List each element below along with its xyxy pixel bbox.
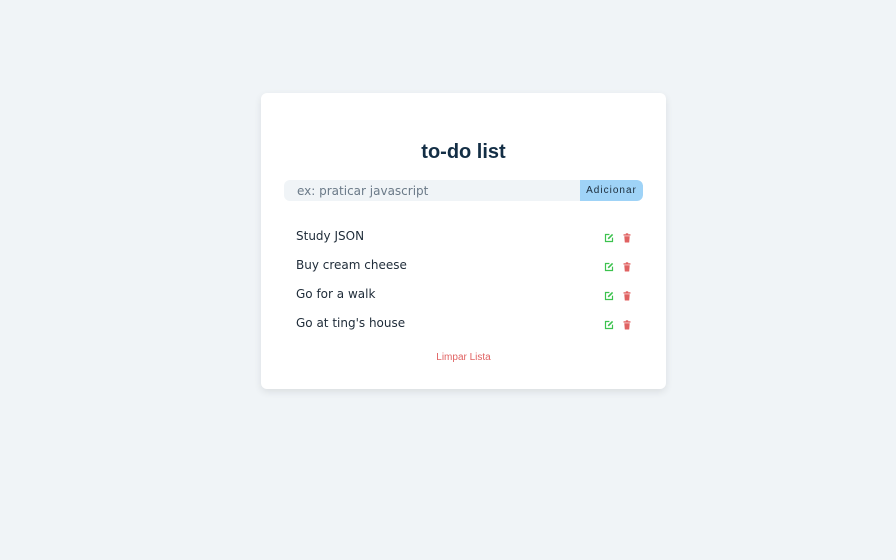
task-label: Go for a walk — [296, 287, 376, 301]
task-label: Study JSON — [296, 229, 365, 243]
edit-icon[interactable] — [604, 233, 614, 243]
todo-card: to-do list Adicionar Study JSON Buy crea… — [261, 93, 666, 389]
edit-icon[interactable] — [604, 320, 614, 330]
task-item: Go at ting's house — [296, 310, 632, 339]
edit-icon[interactable] — [604, 262, 614, 272]
trash-icon[interactable] — [622, 262, 632, 272]
task-input[interactable] — [284, 180, 580, 201]
task-actions — [596, 233, 632, 243]
task-actions — [596, 320, 632, 330]
trash-icon[interactable] — [622, 291, 632, 301]
clear-list-link[interactable]: Limpar Lista — [261, 351, 666, 365]
task-item: Study JSON — [296, 223, 632, 252]
trash-icon[interactable] — [622, 320, 632, 330]
add-task-form: Adicionar — [284, 180, 643, 201]
add-button[interactable]: Adicionar — [580, 180, 643, 201]
task-list: Study JSON Buy cream cheese Go for a wal… — [296, 223, 632, 339]
task-actions — [596, 291, 632, 301]
task-label: Go at ting's house — [296, 316, 406, 330]
task-item: Buy cream cheese — [296, 252, 632, 281]
trash-icon[interactable] — [622, 233, 632, 243]
task-actions — [596, 262, 632, 272]
task-label: Buy cream cheese — [296, 258, 407, 272]
page-title: to-do list — [421, 141, 506, 163]
edit-icon[interactable] — [604, 291, 614, 301]
task-item: Go for a walk — [296, 281, 632, 310]
